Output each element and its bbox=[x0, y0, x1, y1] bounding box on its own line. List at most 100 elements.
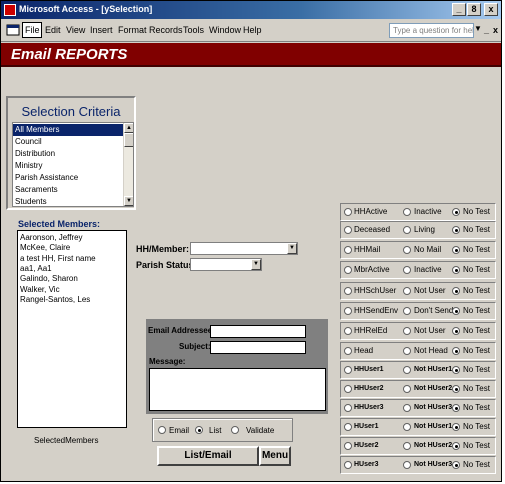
menu-format[interactable]: Format bbox=[118, 25, 147, 35]
criteria-item[interactable]: Ministry bbox=[13, 160, 125, 172]
filter-radio[interactable] bbox=[403, 287, 411, 295]
filter-radio[interactable] bbox=[403, 404, 411, 412]
filter-radio[interactable] bbox=[344, 307, 352, 315]
form-document-icon[interactable] bbox=[6, 23, 20, 37]
menu-records[interactable]: Records bbox=[149, 25, 183, 35]
window-title: Microsoft Access - [ySelection] bbox=[19, 4, 153, 14]
filter-radio[interactable] bbox=[403, 461, 411, 469]
filter-option-label: No Test bbox=[463, 441, 490, 450]
filter-radio[interactable] bbox=[452, 366, 460, 374]
menu-window[interactable]: Window bbox=[209, 25, 241, 35]
criteria-item[interactable]: Parish Assistance bbox=[13, 172, 125, 184]
filter-option-label: Not Head bbox=[414, 346, 448, 355]
filter-radio[interactable] bbox=[403, 266, 411, 274]
form-header: Email REPORTS bbox=[1, 43, 501, 67]
filter-option-label: Head bbox=[354, 346, 374, 355]
filter-option-label: No Test bbox=[463, 207, 490, 216]
filter-radio[interactable] bbox=[452, 385, 460, 393]
member-list-item[interactable]: Aaronson, Jeffrey bbox=[20, 233, 83, 242]
filter-radio[interactable] bbox=[452, 404, 460, 412]
filter-radio[interactable] bbox=[344, 246, 352, 254]
menu-tools[interactable]: Tools bbox=[183, 25, 204, 35]
menu-file[interactable]: File bbox=[22, 22, 42, 38]
chevron-down-icon[interactable]: ▼ bbox=[287, 243, 297, 254]
criteria-listbox[interactable]: All Members Council Distribution Ministry Pa… bbox=[12, 122, 134, 207]
criteria-item[interactable]: Council bbox=[13, 136, 125, 148]
list-email-button[interactable]: List/Email bbox=[157, 446, 259, 466]
criteria-item[interactable]: Distribution bbox=[13, 148, 125, 160]
scroll-down-icon[interactable]: ▼ bbox=[124, 196, 133, 206]
parish-status-combo[interactable]: ▼ bbox=[190, 258, 262, 271]
filter-radio[interactable] bbox=[452, 327, 460, 335]
filter-radio[interactable] bbox=[403, 246, 411, 254]
filter-radio[interactable] bbox=[403, 327, 411, 335]
filter-radio[interactable] bbox=[452, 208, 460, 216]
selected-members-listbox[interactable]: Aaronson, Jeffrey McKee, Claire a test HH,… bbox=[17, 230, 127, 428]
filter-radio[interactable] bbox=[452, 266, 460, 274]
filter-radio[interactable] bbox=[452, 423, 460, 431]
filter-radio[interactable] bbox=[344, 442, 352, 450]
menu-help[interactable]: Help bbox=[243, 25, 262, 35]
menu-insert[interactable]: Insert bbox=[90, 25, 113, 35]
filter-radio[interactable] bbox=[403, 347, 411, 355]
filter-radio[interactable] bbox=[344, 347, 352, 355]
radio-email[interactable] bbox=[158, 426, 166, 434]
filter-option-label: HHUser1 bbox=[354, 366, 384, 373]
member-list-item[interactable]: Galindo, Sharon bbox=[20, 274, 78, 283]
filter-radio[interactable] bbox=[452, 226, 460, 234]
member-list-item[interactable]: Rangel-Santos, Les bbox=[20, 295, 90, 304]
ask-question-box[interactable]: Type a question for help bbox=[389, 23, 474, 38]
criteria-item[interactable]: Students bbox=[13, 196, 125, 206]
filter-radio[interactable] bbox=[344, 266, 352, 274]
member-list-item[interactable]: McKee, Claire bbox=[20, 243, 70, 252]
filter-radio[interactable] bbox=[344, 208, 352, 216]
menu-edit[interactable]: Edit bbox=[45, 25, 61, 35]
filter-radio[interactable] bbox=[344, 366, 352, 374]
member-list-item[interactable]: Walker, Vic bbox=[20, 285, 60, 294]
filter-radio[interactable] bbox=[344, 327, 352, 335]
menu-view[interactable]: View bbox=[66, 25, 85, 35]
filter-radio[interactable] bbox=[452, 461, 460, 469]
criteria-scrollbar[interactable]: ▲ ▼ bbox=[123, 123, 133, 206]
output-option-group: Email List Validate bbox=[152, 418, 293, 442]
mdi-close-button[interactable]: x bbox=[493, 25, 498, 35]
filter-radio[interactable] bbox=[403, 307, 411, 315]
scroll-up-icon[interactable]: ▲ bbox=[124, 123, 133, 133]
filter-radio[interactable] bbox=[403, 208, 411, 216]
filter-radio[interactable] bbox=[452, 246, 460, 254]
member-list-item[interactable]: aa1, Aa1 bbox=[20, 264, 52, 273]
filter-radio[interactable] bbox=[344, 423, 352, 431]
filter-radio[interactable] bbox=[403, 442, 411, 450]
chevron-down-icon[interactable]: ▼ bbox=[251, 259, 261, 270]
scroll-thumb[interactable] bbox=[124, 133, 133, 147]
member-list-item[interactable]: a test HH, First name bbox=[20, 254, 96, 263]
filter-radio[interactable] bbox=[344, 404, 352, 412]
message-field[interactable] bbox=[149, 368, 326, 411]
filter-radio[interactable] bbox=[452, 347, 460, 355]
restore-button[interactable]: 8 bbox=[467, 3, 481, 16]
radio-validate[interactable] bbox=[231, 426, 239, 434]
filter-radio[interactable] bbox=[452, 442, 460, 450]
filter-radio[interactable] bbox=[403, 366, 411, 374]
minimize-button[interactable]: _ bbox=[452, 3, 466, 16]
filter-radio[interactable] bbox=[344, 385, 352, 393]
ask-dropdown-icon[interactable]: ▼ bbox=[474, 24, 482, 33]
filter-radio[interactable] bbox=[344, 226, 352, 234]
filter-radio[interactable] bbox=[452, 307, 460, 315]
filter-radio[interactable] bbox=[344, 287, 352, 295]
filter-radio[interactable] bbox=[452, 287, 460, 295]
hh-member-combo[interactable]: ▼ bbox=[190, 242, 298, 255]
criteria-item[interactable]: Sacraments bbox=[13, 184, 125, 196]
filter-radio[interactable] bbox=[344, 461, 352, 469]
menu-button[interactable]: Menu bbox=[259, 446, 291, 466]
filter-option-label: Deceased bbox=[354, 225, 391, 234]
filter-radio[interactable] bbox=[403, 385, 411, 393]
subject-field[interactable] bbox=[210, 341, 306, 354]
filter-radio[interactable] bbox=[403, 226, 411, 234]
close-button[interactable]: x bbox=[484, 3, 498, 16]
radio-list[interactable] bbox=[195, 426, 203, 434]
mdi-minimize-button[interactable]: _ bbox=[484, 25, 489, 35]
email-addressee-field[interactable] bbox=[210, 325, 306, 338]
filter-radio[interactable] bbox=[403, 423, 411, 431]
criteria-item[interactable]: All Members bbox=[13, 124, 125, 136]
